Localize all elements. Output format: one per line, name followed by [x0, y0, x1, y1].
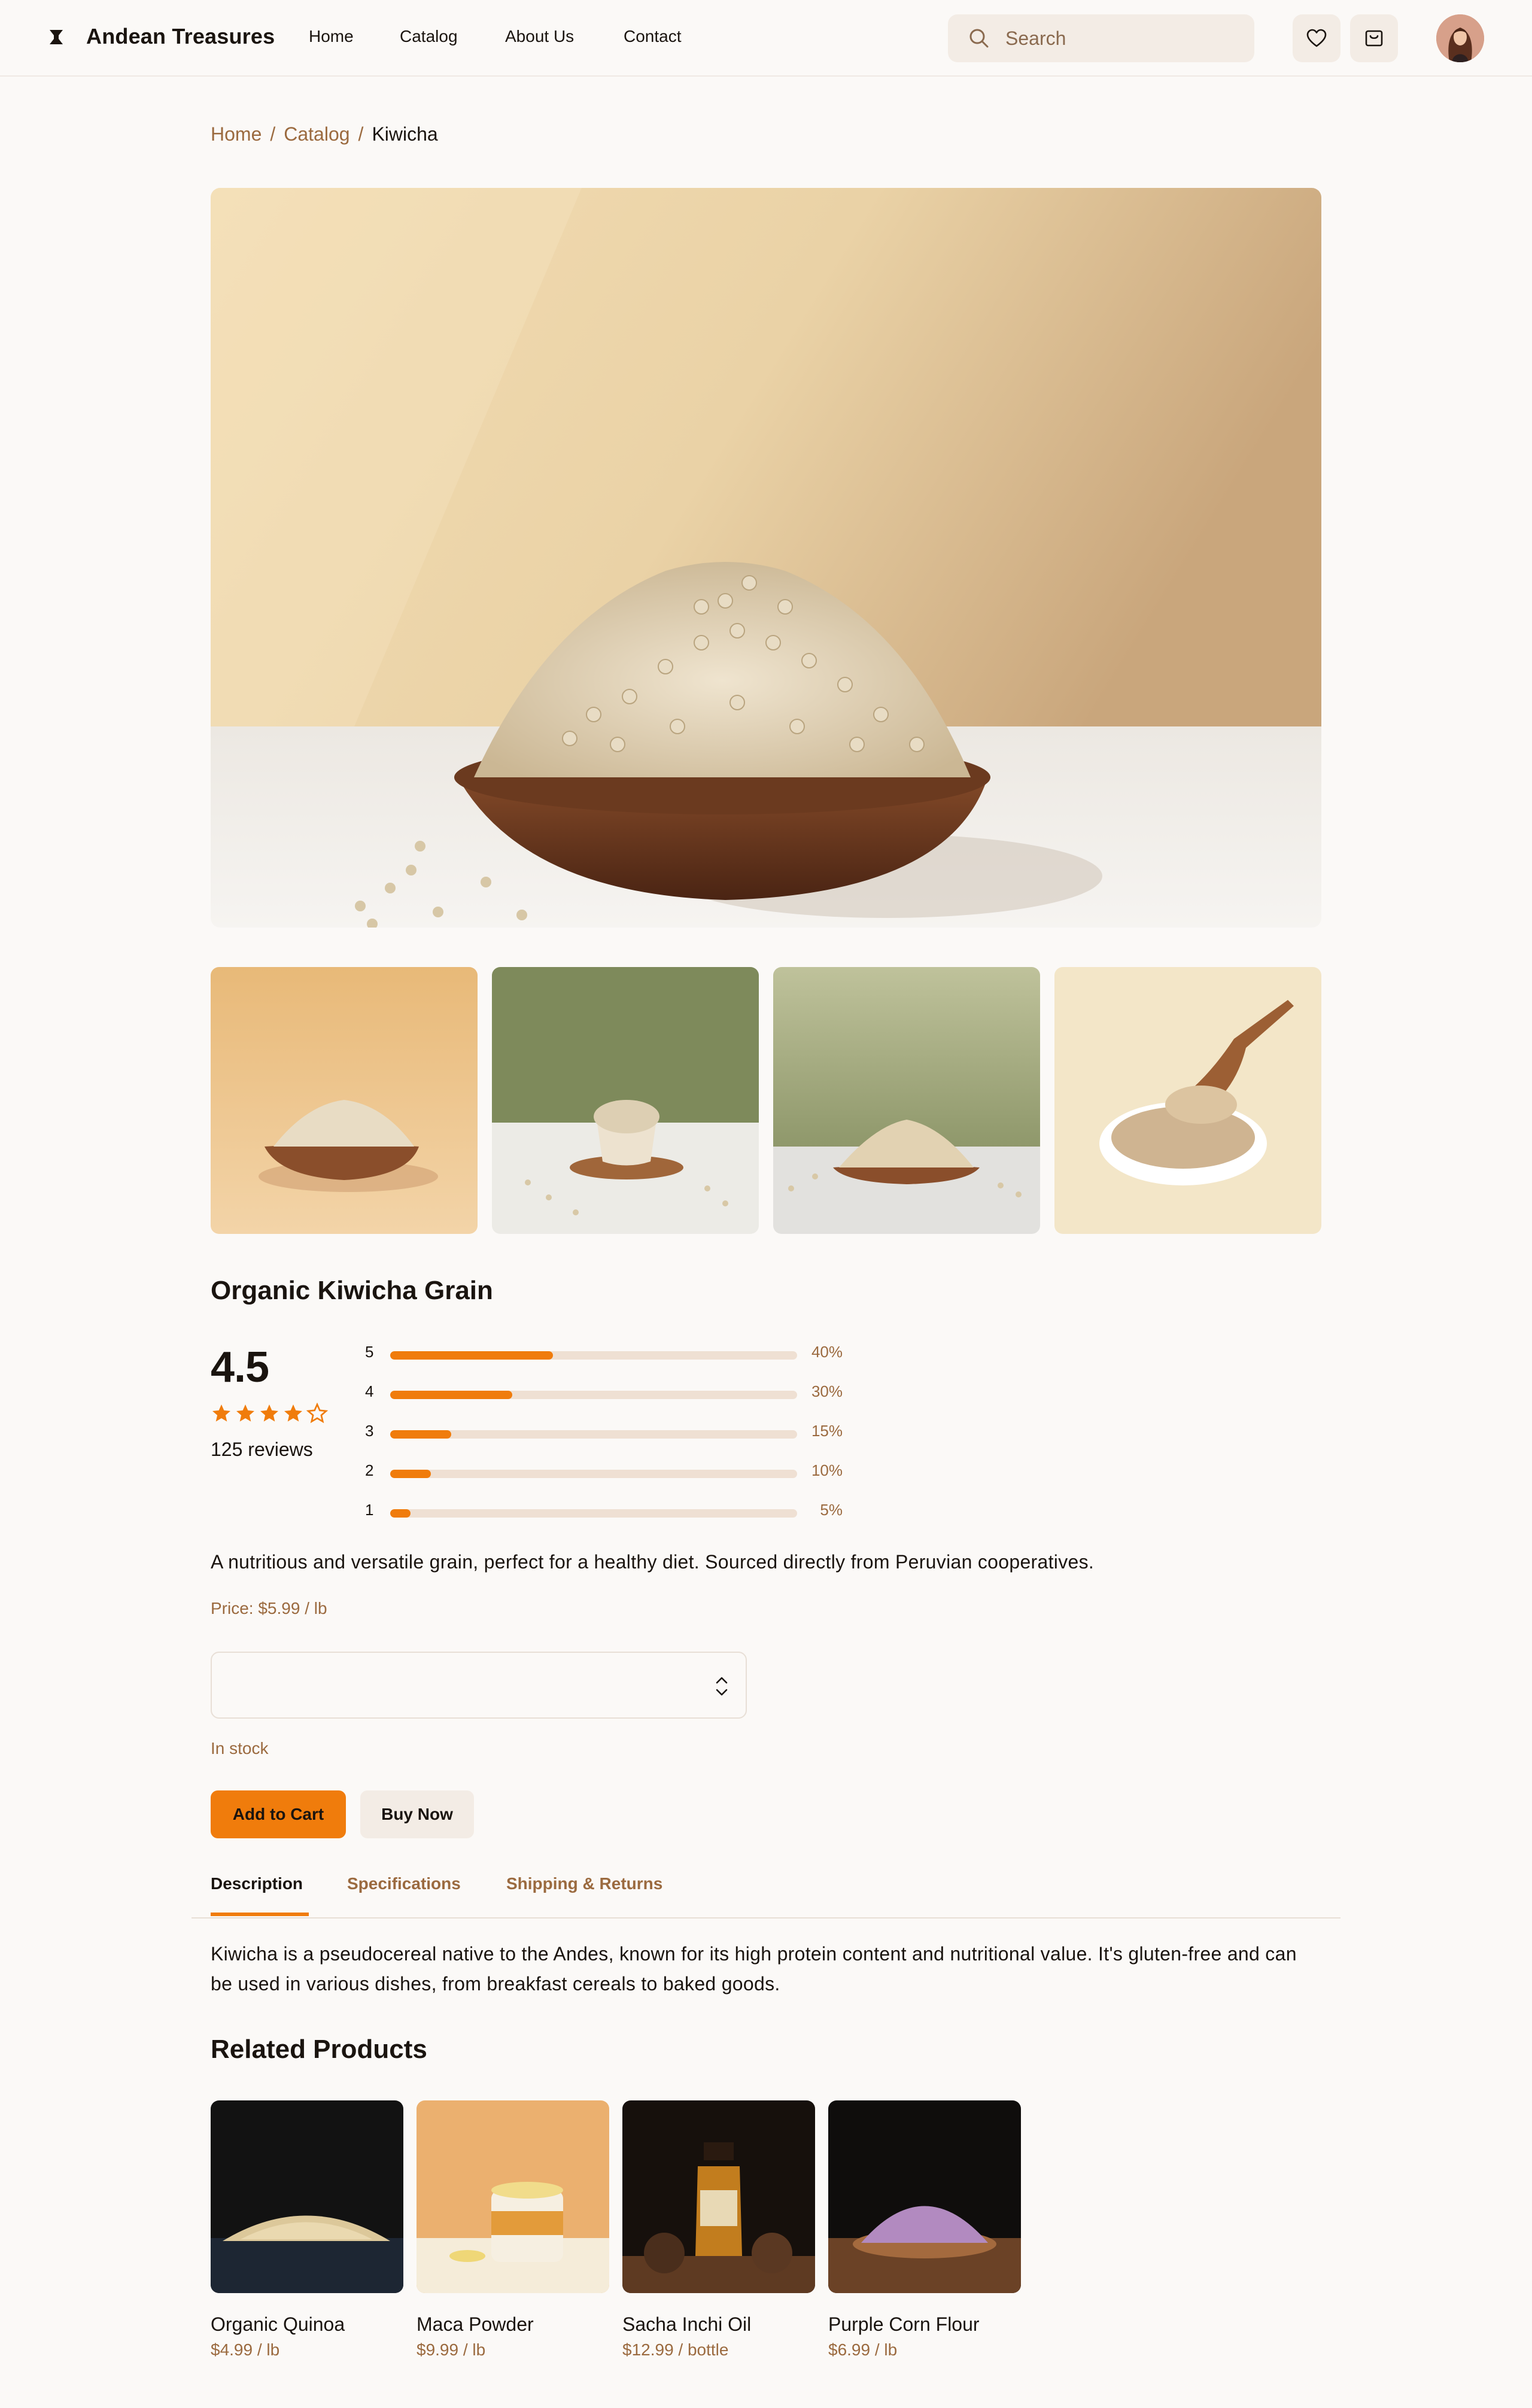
wishlist-button[interactable] — [1293, 14, 1340, 62]
related-product-name[interactable]: Maca Powder — [417, 2313, 609, 2336]
star-outline-icon — [306, 1402, 329, 1424]
buy-now-button[interactable]: Buy Now — [360, 1790, 474, 1838]
product-thumbnail[interactable] — [773, 967, 1040, 1234]
product-thumbnail[interactable] — [211, 967, 478, 1234]
average-rating: 4.5 — [211, 1343, 269, 1391]
related-product-image[interactable] — [211, 2100, 403, 2293]
quantity-stepper[interactable] — [211, 1652, 747, 1719]
product-title: Organic Kiwicha Grain — [211, 1276, 493, 1305]
product-price: Price: $5.99 / lb — [211, 1599, 327, 1618]
related-product-image[interactable] — [828, 2100, 1021, 2293]
rating-bar-percent: 10% — [811, 1461, 843, 1479]
related-products-title: Related Products — [211, 2035, 427, 2064]
star-filled-icon — [284, 1404, 302, 1422]
related-product-price: $6.99 / lb — [828, 2340, 898, 2359]
related-product-price: $12.99 / bottle — [622, 2340, 729, 2359]
related-product-price: $4.99 / lb — [211, 2340, 280, 2359]
user-avatar[interactable] — [1436, 14, 1484, 62]
rating-bar-row: 5 40% — [364, 1343, 843, 1367]
rating-bar-label: 1 — [365, 1501, 374, 1519]
add-to-cart-button[interactable]: Add to Cart — [211, 1790, 346, 1838]
rating-bar-fill — [390, 1470, 431, 1478]
rating-bar-label: 5 — [365, 1343, 374, 1361]
product-thumbnail[interactable] — [1054, 967, 1321, 1234]
rating-bar-track — [390, 1430, 797, 1439]
nav-home[interactable]: Home — [309, 27, 354, 46]
search-input[interactable]: Search — [948, 14, 1254, 62]
breadcrumb-home[interactable]: Home — [211, 123, 262, 145]
nav-catalog[interactable]: Catalog — [400, 27, 458, 46]
star-filled-icon — [260, 1404, 278, 1422]
star-filled-icon — [236, 1404, 254, 1422]
rating-bar-fill — [390, 1391, 512, 1399]
star-rating — [211, 1402, 330, 1427]
related-product-card[interactable]: Maca Powder $9.99 / lb — [417, 2100, 609, 2360]
rating-bar-label: 4 — [365, 1382, 374, 1400]
breadcrumb-catalog[interactable]: Catalog — [284, 123, 349, 145]
review-count: 125 reviews — [211, 1439, 313, 1460]
product-thumbnail[interactable] — [492, 967, 759, 1234]
related-product-price: $9.99 / lb — [417, 2340, 486, 2359]
logo-icon[interactable] — [48, 29, 65, 45]
breadcrumb-separator: / — [358, 123, 364, 145]
search-placeholder: Search — [1005, 28, 1066, 49]
stepper-arrows-icon[interactable] — [712, 1671, 731, 1702]
rating-bar-fill — [390, 1509, 411, 1518]
related-product-image[interactable] — [417, 2100, 609, 2293]
rating-bar-track — [390, 1391, 797, 1399]
product-short-description: A nutritious and versatile grain, perfec… — [211, 1551, 1095, 1573]
breadcrumb-current: Kiwicha — [372, 123, 438, 145]
rating-bar-fill — [390, 1351, 553, 1360]
nav-contact[interactable]: Contact — [624, 27, 682, 46]
related-product-card[interactable]: Organic Quinoa $4.99 / lb — [211, 2100, 403, 2360]
tab-shipping-returns[interactable]: Shipping & Returns — [506, 1874, 662, 1893]
rating-bar-percent: 30% — [811, 1382, 843, 1400]
rating-bar-fill — [390, 1430, 451, 1439]
rating-bar-percent: 40% — [811, 1343, 843, 1361]
rating-bar-row: 4 30% — [364, 1382, 843, 1406]
rating-bar-label: 3 — [365, 1422, 374, 1440]
search-icon — [969, 29, 989, 48]
rating-bar-track — [390, 1509, 797, 1518]
breadcrumb: Home / Catalog / Kiwicha — [211, 123, 438, 145]
tab-specifications[interactable]: Specifications — [347, 1874, 461, 1893]
related-product-name[interactable]: Sacha Inchi Oil — [622, 2313, 815, 2336]
breadcrumb-separator: / — [270, 123, 276, 145]
brand-name[interactable]: Andean Treasures — [86, 24, 275, 49]
cart-icon — [1365, 30, 1383, 47]
cart-button[interactable] — [1350, 14, 1398, 62]
active-tab-indicator — [211, 1913, 309, 1916]
rating-bar-row: 1 5% — [364, 1501, 843, 1525]
stock-status: In stock — [211, 1739, 269, 1758]
rating-bar-percent: 5% — [820, 1501, 843, 1519]
heart-icon — [1306, 29, 1327, 47]
nav-about-us[interactable]: About Us — [505, 27, 574, 46]
related-product-image[interactable] — [622, 2100, 815, 2293]
rating-bar-label: 2 — [365, 1461, 374, 1479]
top-header: Andean Treasures Home Catalog About Us C… — [0, 0, 1532, 77]
related-product-name[interactable]: Organic Quinoa — [211, 2313, 403, 2336]
product-main-image[interactable] — [211, 188, 1321, 928]
rating-bar-track — [390, 1351, 797, 1360]
related-product-card[interactable]: Purple Corn Flour $6.99 / lb — [828, 2100, 1021, 2360]
product-description: Kiwicha is a pseudocereal native to the … — [211, 1943, 1297, 1994]
rating-bar-row: 2 10% — [364, 1461, 843, 1485]
tabs-divider — [192, 1917, 1340, 1919]
rating-bar-percent: 15% — [811, 1422, 843, 1440]
rating-bar-track — [390, 1470, 797, 1478]
rating-bar-row: 3 15% — [364, 1422, 843, 1446]
star-filled-icon — [212, 1404, 230, 1422]
tab-description[interactable]: Description — [211, 1874, 303, 1893]
related-product-card[interactable]: Sacha Inchi Oil $12.99 / bottle — [622, 2100, 815, 2360]
related-product-name[interactable]: Purple Corn Flour — [828, 2313, 1021, 2336]
